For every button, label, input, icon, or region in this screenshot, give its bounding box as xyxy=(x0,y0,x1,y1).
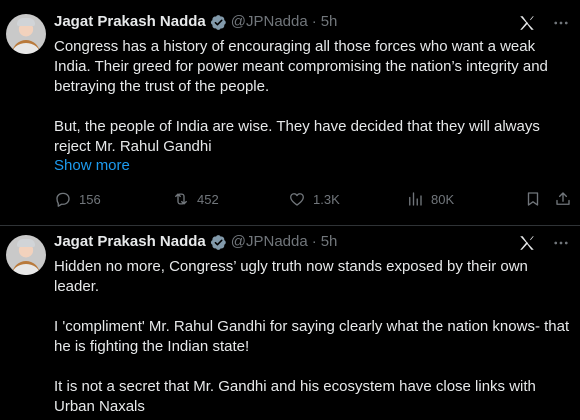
views-icon xyxy=(409,192,422,206)
repost-icon xyxy=(175,193,187,205)
tweet-2[interactable]: Jagat Prakash Nadda @JPNadda · 5h Hidden… xyxy=(0,227,580,420)
tweet-header: Jagat Prakash Nadda @JPNadda · 5h xyxy=(54,12,337,32)
repost-button[interactable]: 452 xyxy=(172,188,219,210)
show-more-link[interactable]: Show more xyxy=(54,156,130,176)
like-count: 1.3K xyxy=(313,191,340,207)
grok-icon[interactable] xyxy=(518,234,536,252)
repost-count: 452 xyxy=(197,191,219,207)
author-handle[interactable]: @JPNadda xyxy=(231,12,308,32)
avatar[interactable] xyxy=(6,14,46,54)
tweet-paragraph: I 'compliment' Mr. Rahul Gandhi for sayi… xyxy=(54,318,570,355)
like-button[interactable]: 1.3K xyxy=(288,188,340,210)
separator: · xyxy=(311,233,317,250)
tweet-1[interactable]: Jagat Prakash Nadda @JPNadda · 5h Congre… xyxy=(0,0,580,226)
verified-badge-icon xyxy=(210,234,226,250)
tweet-paragraph: It is not a secret that Mr. Gandhi and h… xyxy=(54,378,536,415)
grok-icon[interactable] xyxy=(518,14,536,32)
views-count: 80K xyxy=(431,191,455,207)
verified-badge-icon xyxy=(210,14,226,30)
tweet-paragraph: Hidden no more, Congress’ ugly truth now… xyxy=(54,258,528,295)
tweet-text: Hidden no more, Congress’ ugly truth now… xyxy=(54,257,574,417)
separator: · xyxy=(311,13,317,30)
bookmark-button[interactable] xyxy=(524,188,542,210)
tweet-paragraph: But, the people of India are wise. They … xyxy=(54,118,540,155)
timestamp[interactable]: 5h xyxy=(321,232,338,252)
reply-icon xyxy=(56,192,70,207)
reply-count: 156 xyxy=(79,191,101,207)
bookmark-icon xyxy=(527,192,539,206)
reply-button[interactable]: 156 xyxy=(54,188,101,210)
share-button[interactable] xyxy=(554,188,572,210)
like-icon xyxy=(290,193,304,206)
views-button[interactable]: 80K xyxy=(406,188,454,210)
avatar[interactable] xyxy=(6,235,46,275)
share-icon xyxy=(556,192,570,205)
tweet-header: Jagat Prakash Nadda @JPNadda · 5h xyxy=(54,232,337,252)
more-icon[interactable] xyxy=(552,14,570,32)
action-bar: 156 452 1.3K 80K xyxy=(54,188,574,210)
author-name[interactable]: Jagat Prakash Nadda xyxy=(54,232,206,252)
timestamp[interactable]: 5h xyxy=(321,12,338,32)
author-name[interactable]: Jagat Prakash Nadda xyxy=(54,12,206,32)
tweet-paragraph: Congress has a history of encouraging al… xyxy=(54,38,548,95)
more-icon[interactable] xyxy=(552,234,570,252)
tweet-text: Congress has a history of encouraging al… xyxy=(54,37,574,157)
author-handle[interactable]: @JPNadda xyxy=(231,232,308,252)
